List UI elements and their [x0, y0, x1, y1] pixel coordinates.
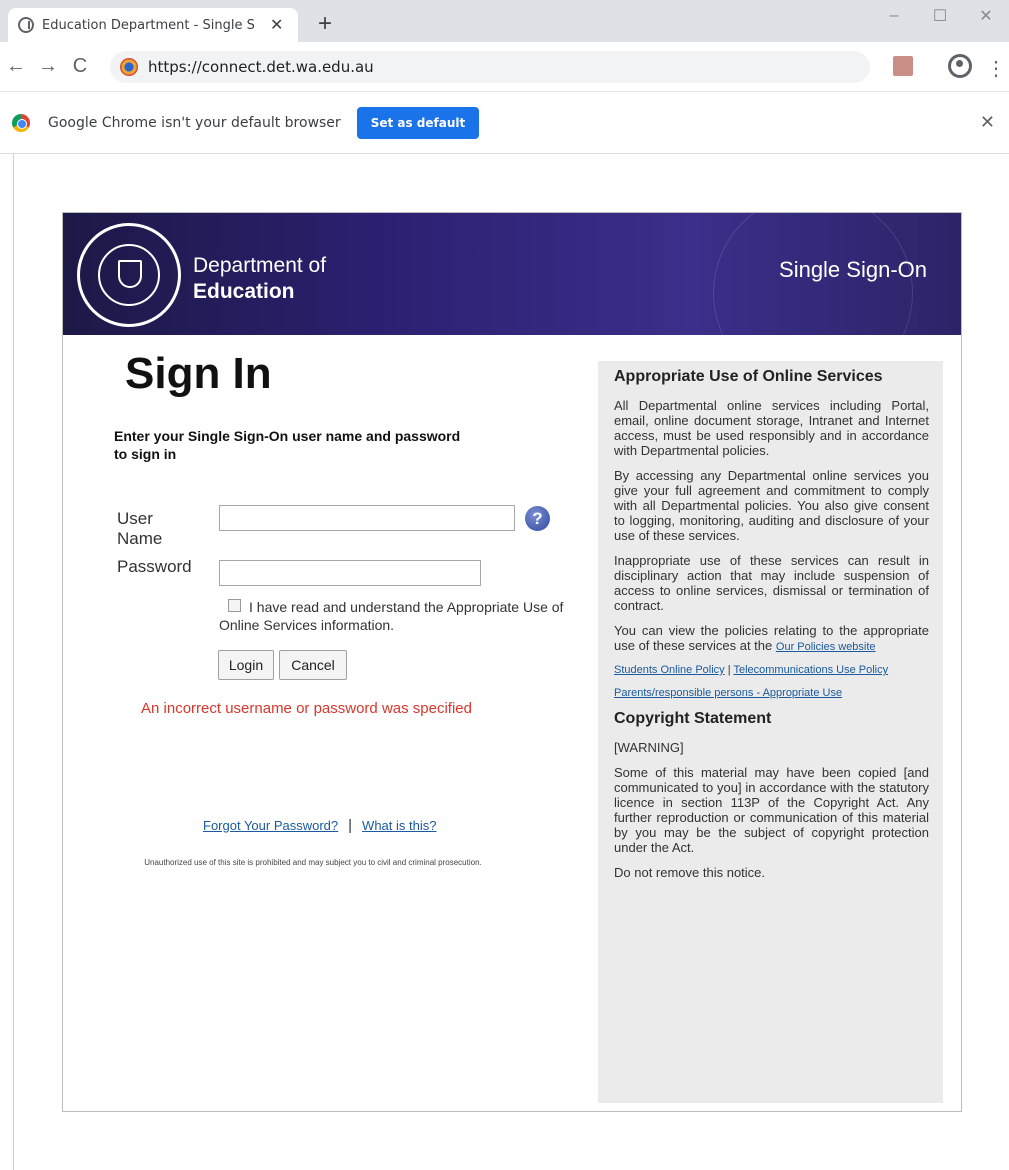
browser-tab-strip: Education Department - Single S ✕ + – ☐ …	[0, 0, 1009, 42]
department-line-2: Education	[193, 280, 295, 303]
unauthorized-use-disclaimer: Unauthorized use of this site is prohibi…	[144, 858, 482, 867]
forward-icon[interactable]: →	[32, 51, 64, 83]
copyright-warning: [WARNING]	[614, 740, 684, 755]
our-policies-link[interactable]: Our Policies website	[776, 641, 876, 653]
password-label: Password	[117, 557, 192, 576]
service-title: Single Sign-On	[779, 257, 927, 282]
page-title: Sign In	[125, 349, 272, 398]
signin-card: Department of Education Single Sign-On S…	[62, 212, 962, 1112]
parents-appropriate-use-link[interactable]: Parents/responsible persons - Appropriat…	[614, 687, 842, 699]
header-banner: Department of Education Single Sign-On	[63, 213, 961, 335]
profile-icon[interactable]	[948, 54, 972, 78]
policy-paragraph-1: All Departmental online services includi…	[614, 398, 929, 458]
help-links: Forgot Your Password? | What is this?	[203, 817, 436, 834]
policy-sidebar: Appropriate Use of Online Services All D…	[598, 361, 943, 1103]
globe-icon	[18, 17, 34, 33]
students-online-policy-link[interactable]: Students Online Policy	[614, 664, 725, 676]
policy-links: Students Online Policy | Telecommunicati…	[614, 664, 929, 677]
policy-separator: |	[727, 664, 731, 676]
new-tab-button[interactable]: +	[318, 12, 332, 36]
menu-dots-icon[interactable]: ⋮	[986, 56, 1006, 81]
back-icon[interactable]: ←	[0, 51, 32, 83]
url-text: https://connect.det.wa.edu.au	[148, 58, 374, 76]
username-input[interactable]	[219, 505, 515, 531]
site-favicon-icon	[120, 58, 138, 76]
forgot-password-link[interactable]: Forgot Your Password?	[203, 818, 338, 833]
department-name: Department of Education	[193, 253, 326, 305]
address-bar[interactable]: https://connect.det.wa.edu.au	[110, 51, 870, 83]
copyright-notice: Do not remove this notice.	[614, 865, 766, 880]
set-default-button[interactable]: Set as default	[356, 106, 480, 139]
copyright-heading: Copyright Statement	[614, 710, 772, 727]
username-label: User Name	[117, 509, 163, 548]
maximize-icon[interactable]: ☐	[917, 0, 963, 32]
close-tab-icon[interactable]: ✕	[270, 15, 283, 35]
tab-title: Education Department - Single S	[42, 17, 255, 33]
extension-icon[interactable]	[893, 56, 913, 76]
default-browser-infobar: Google Chrome isn't your default browser…	[0, 92, 1009, 154]
error-message: An incorrect username or password was sp…	[141, 700, 472, 717]
sidebar-heading: Appropriate Use of Online Services	[614, 368, 883, 385]
department-line-1: Department of	[193, 254, 327, 277]
reload-icon[interactable]: C	[64, 51, 96, 83]
agreement-label: I have read and understand the Appropria…	[219, 599, 564, 633]
infobar-message: Google Chrome isn't your default browser	[48, 114, 341, 131]
copyright-text: Some of this material may have been copi…	[614, 765, 929, 855]
minimize-icon[interactable]: –	[871, 0, 917, 32]
signin-instructions: Enter your Single Sign-On user name and …	[114, 428, 461, 462]
login-button[interactable]: Login	[218, 650, 274, 680]
policy-paragraph-3: Inappropriate use of these services can …	[614, 553, 929, 613]
infobar-close-icon[interactable]: ✕	[980, 112, 995, 133]
window-left-edge	[0, 154, 14, 1170]
policy-paragraph-4: You can view the policies relating to th…	[614, 623, 929, 653]
browser-tab[interactable]: Education Department - Single S ✕	[8, 8, 298, 42]
government-crest-logo	[77, 223, 181, 327]
telecommunications-policy-link[interactable]: Telecommunications Use Policy	[733, 664, 888, 676]
link-separator: |	[348, 817, 353, 834]
parents-link-row: Parents/responsible persons - Appropriat…	[614, 687, 929, 700]
password-input[interactable]	[219, 560, 481, 586]
cancel-button[interactable]: Cancel	[279, 650, 347, 680]
policy-paragraph-2: By accessing any Departmental online ser…	[614, 468, 929, 543]
chrome-logo-icon	[12, 113, 30, 132]
what-is-this-link[interactable]: What is this?	[362, 818, 436, 833]
help-icon[interactable]: ?	[525, 506, 550, 531]
window-close-icon[interactable]: ✕	[963, 0, 1009, 32]
window-controls: – ☐ ✕	[871, 0, 1009, 32]
browser-toolbar: ← → C https://connect.det.wa.edu.au ⋮	[0, 42, 1009, 92]
